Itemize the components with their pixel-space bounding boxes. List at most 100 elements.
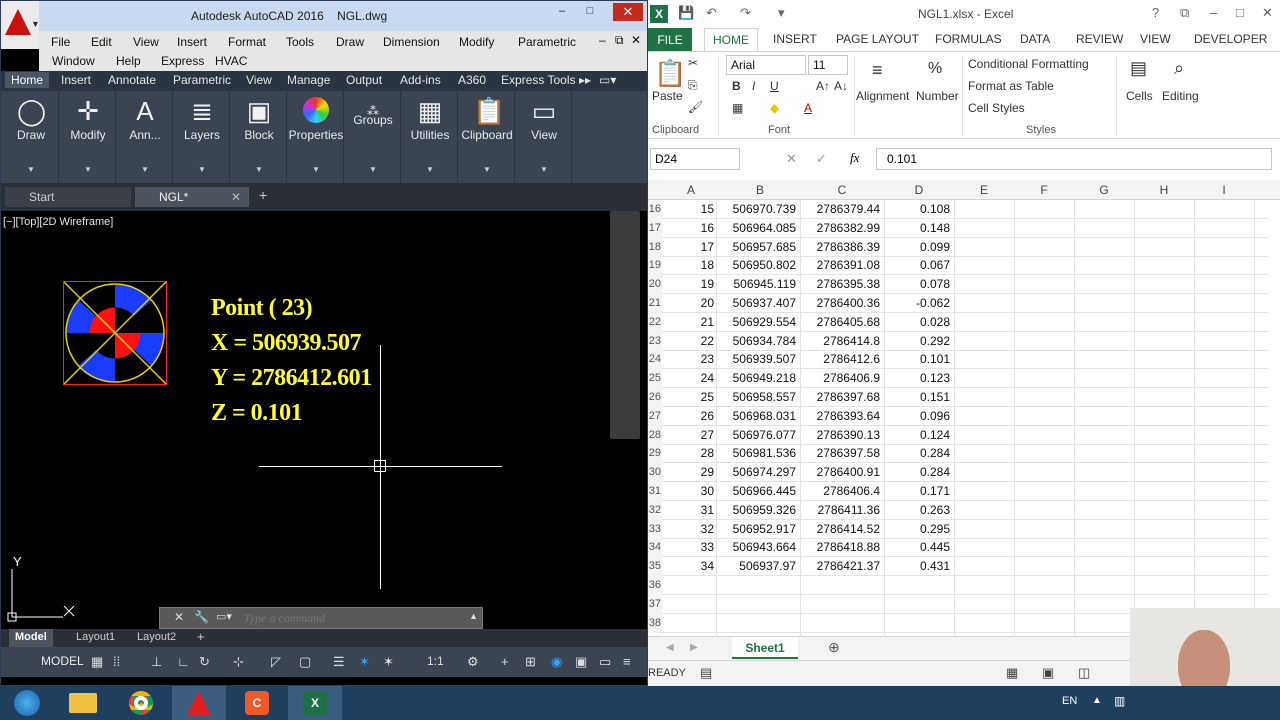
chevron-down-icon[interactable]: ▼	[174, 165, 230, 174]
minimize-button[interactable]: –	[549, 3, 575, 19]
page-break-view-icon[interactable]: ◫	[1078, 665, 1090, 681]
camtasia-icon[interactable]: C	[230, 686, 284, 720]
cell-b[interactable]: 506939.507	[716, 350, 796, 369]
tab-output[interactable]: Output	[346, 73, 382, 87]
cell-a[interactable]: 15	[662, 200, 714, 219]
row-header[interactable]: 34	[648, 538, 662, 558]
column-header-e[interactable]: E	[954, 183, 1014, 197]
tab-page-layout[interactable]: PAGE LAYOUT	[836, 32, 919, 46]
insert-function-icon[interactable]: fx	[850, 150, 859, 166]
add-tab-icon[interactable]: +	[259, 187, 267, 203]
bold-icon[interactable]: B	[732, 79, 741, 93]
cell-c[interactable]: 2786405.68	[800, 313, 880, 332]
cell-b[interactable]	[716, 576, 796, 595]
conditional-formatting-button[interactable]: Conditional Formatting	[968, 57, 1089, 71]
cell-d[interactable]	[884, 576, 950, 595]
cell-d[interactable]: 0.431	[884, 557, 950, 576]
block-panel-button[interactable]: ▣ Block ▼	[231, 91, 287, 183]
cells-icon[interactable]: ▤	[1130, 58, 1147, 79]
page-layout-view-icon[interactable]: ▣	[1042, 665, 1054, 681]
cell-b[interactable]: 506950.802	[716, 256, 796, 275]
cell-b[interactable]: 506968.031	[716, 407, 796, 426]
layers-panel-button[interactable]: ≣ Layers ▼	[174, 91, 230, 183]
cancel-icon[interactable]: ✕	[786, 151, 797, 167]
row-header[interactable]: 19	[648, 256, 662, 276]
row-header[interactable]: 31	[648, 482, 662, 501]
model-space-toggle[interactable]: MODEL	[41, 654, 84, 668]
lineweight-icon[interactable]: ☰	[333, 654, 345, 670]
underline-icon[interactable]: U	[770, 79, 779, 93]
cell-c[interactable]: 2786411.36	[800, 501, 880, 520]
font-name-box[interactable]: Arial	[726, 55, 806, 75]
column-header-g[interactable]: G	[1074, 183, 1134, 197]
tab-formulas[interactable]: FORMULAS	[935, 32, 1002, 46]
ortho-icon[interactable]: ∟	[177, 654, 190, 669]
menu-window[interactable]: Window	[52, 54, 95, 68]
start-button[interactable]	[0, 686, 54, 720]
cell-d[interactable]: 0.171	[884, 482, 950, 501]
row-header[interactable]: 20	[648, 275, 662, 295]
cell-a[interactable]: 17	[662, 238, 714, 257]
cell-b[interactable]: 506970.739	[716, 200, 796, 219]
cell-a[interactable]: 33	[662, 538, 714, 557]
cell-c[interactable]: 2786382.99	[800, 219, 880, 238]
menu-express[interactable]: Express	[161, 54, 204, 68]
cell-c[interactable]: 2786406.4	[800, 482, 880, 501]
command-input[interactable]	[244, 610, 464, 626]
maximize-button[interactable]: □	[577, 3, 603, 19]
row-header[interactable]: 21	[648, 294, 662, 313]
column-header-c[interactable]: C	[800, 183, 884, 197]
cell-c[interactable]: 2786390.13	[800, 426, 880, 445]
command-prompt-icon[interactable]: ▭▾	[216, 610, 232, 623]
chevron-down-icon[interactable]: ▼	[516, 165, 572, 174]
chevron-down-icon[interactable]: ▼	[231, 165, 287, 174]
cell-d[interactable]: 0.445	[884, 538, 950, 557]
plus-icon[interactable]: +	[501, 654, 509, 669]
cell-a[interactable]: 27	[662, 426, 714, 445]
row-header[interactable]: 37	[648, 594, 662, 614]
copy-icon[interactable]: ⎘	[688, 78, 698, 93]
row-header[interactable]: 28	[648, 425, 662, 445]
paste-label[interactable]: Paste	[652, 89, 683, 103]
column-header-b[interactable]: B	[720, 183, 800, 197]
table-row[interactable]: 28 27 506976.077 2786390.13 0.124	[648, 425, 1268, 445]
table-row[interactable]: 31 30 506966.445 2786406.4 0.171	[648, 482, 1268, 501]
snap-icon[interactable]: ⁞⁞	[113, 654, 120, 669]
cell-d[interactable]: 0.295	[884, 520, 950, 539]
isolate-icon[interactable]: ◉	[551, 654, 562, 670]
cell-styles-button[interactable]: Cell Styles	[968, 101, 1025, 115]
row-header[interactable]: 27	[648, 406, 662, 426]
undo-icon[interactable]: ↶	[706, 5, 717, 21]
osnap-icon[interactable]: ◸	[271, 654, 281, 670]
cell-d[interactable]: 0.124	[884, 426, 950, 445]
cell-a[interactable]: 29	[662, 463, 714, 482]
view-panel-button[interactable]: ▭ View ▼	[516, 91, 572, 183]
prev-sheet-icon[interactable]: ◀	[666, 642, 674, 653]
column-header-a[interactable]: A	[662, 183, 720, 197]
next-sheet-icon[interactable]: ▶	[690, 642, 698, 653]
cell-a[interactable]: 16	[662, 219, 714, 238]
table-row[interactable]: 32 31 506959.326 2786411.36 0.263	[648, 500, 1268, 520]
table-row[interactable]: 29 28 506981.536 2786397.58 0.284	[648, 444, 1268, 464]
cell-a[interactable]: 26	[662, 407, 714, 426]
cell-c[interactable]: 2786379.44	[800, 200, 880, 219]
language-indicator[interactable]: EN	[1062, 695, 1077, 707]
chevron-down-icon[interactable]: ▼	[3, 165, 59, 174]
paste-icon[interactable]: 📋	[654, 58, 686, 89]
number-button[interactable]: Number	[916, 89, 959, 103]
cell-d[interactable]: 0.101	[884, 350, 950, 369]
table-row[interactable]: 22 21 506929.554 2786405.68 0.028	[648, 312, 1268, 332]
table-row[interactable]: 35 34 506937.97 2786421.37 0.431	[648, 557, 1268, 577]
tab-home[interactable]: HOME	[704, 28, 758, 53]
cell-c[interactable]: 2786414.8	[800, 332, 880, 351]
cell-b[interactable]: 506981.536	[716, 444, 796, 463]
table-row[interactable]: 23 22 506934.784 2786414.8 0.292	[648, 331, 1268, 351]
tab-data[interactable]: DATA	[1020, 32, 1050, 46]
spreadsheet-grid[interactable]: A B C D E F G H I 16 15 506970.739 2786379.…	[648, 180, 1280, 636]
cut-icon[interactable]: ✂	[688, 56, 698, 70]
polar-icon[interactable]: ↻	[199, 654, 210, 670]
tab-layout2[interactable]: Layout2	[137, 631, 176, 643]
cell-b[interactable]: 506964.085	[716, 219, 796, 238]
enter-icon[interactable]: ✓	[816, 151, 827, 167]
close-icon[interactable]: ✕	[174, 610, 184, 624]
